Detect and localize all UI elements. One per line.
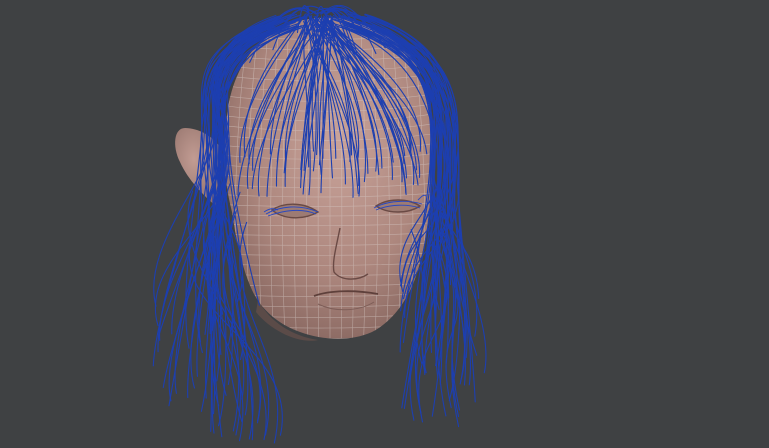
3d-viewport[interactable] xyxy=(0,0,769,448)
viewport-canvas[interactable] xyxy=(0,0,769,448)
